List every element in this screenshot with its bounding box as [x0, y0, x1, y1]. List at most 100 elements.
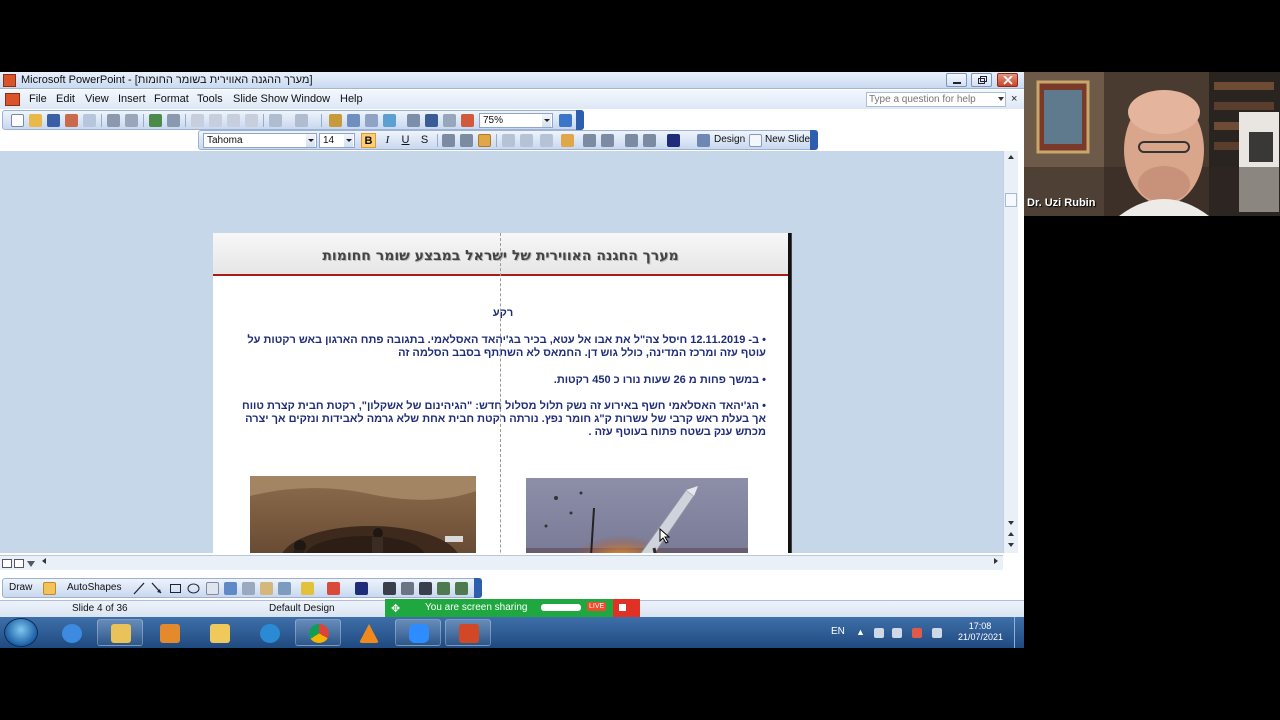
text-box-icon[interactable] [206, 582, 219, 595]
font-name-select[interactable]: Tahoma [203, 133, 317, 148]
new-slide-button[interactable]: New Slide [765, 134, 810, 145]
taskbar-edge[interactable] [246, 619, 292, 646]
chevron-down-icon[interactable] [306, 134, 315, 147]
horizontal-scrollbar[interactable] [0, 555, 1003, 570]
slide-bullet[interactable]: • ב- 12.11.2019 חיסל צה"ל את אבו אל עטא,… [246, 334, 766, 360]
wordart-icon[interactable] [224, 582, 237, 595]
font-size-select[interactable]: 14 [319, 133, 355, 148]
open-folder-icon[interactable] [29, 114, 42, 127]
chevron-down-icon[interactable] [542, 114, 551, 127]
slide-canvas[interactable]: מערך החגנה האווירית של ישראל במבצע שומר … [213, 233, 791, 553]
drag-handle-icon[interactable]: ✥ [391, 602, 400, 615]
menu-tools[interactable]: Tools [197, 93, 223, 105]
oval-icon[interactable] [187, 582, 200, 595]
rectangle-icon[interactable] [169, 582, 182, 595]
cut-icon[interactable] [191, 114, 204, 127]
close-window-button[interactable] [997, 73, 1018, 87]
decrease-indent-icon[interactable] [625, 134, 638, 147]
slide-bullet[interactable]: • הג'יהאד האסלאמי חשף באירוע זה נשק תלול… [226, 400, 766, 439]
shadow-button[interactable]: S [417, 133, 432, 148]
copy-icon[interactable] [209, 114, 222, 127]
autoshapes-menu-button[interactable]: AutoShapes [67, 582, 122, 593]
taskbar-chrome[interactable] [295, 619, 341, 646]
scroll-right-icon[interactable] [994, 558, 998, 564]
new-document-icon[interactable] [11, 114, 24, 127]
show-hidden-icons-icon[interactable]: ▲ [856, 627, 865, 637]
minimize-button[interactable] [946, 73, 967, 87]
color-grayscale-icon[interactable] [461, 114, 474, 127]
menu-file[interactable]: File [29, 93, 47, 105]
format-painter-icon[interactable] [245, 114, 258, 127]
taskbar-paint[interactable] [196, 619, 242, 646]
show-grid-icon[interactable] [443, 114, 456, 127]
align-left-icon[interactable] [442, 134, 455, 147]
signal-icon[interactable] [932, 628, 942, 638]
research-icon[interactable] [167, 114, 180, 127]
underline-button[interactable]: U [398, 133, 413, 148]
select-objects-icon[interactable] [43, 582, 56, 595]
next-slide-icon[interactable] [1008, 543, 1014, 547]
taskbar-zoom[interactable] [395, 619, 441, 646]
taskbar-media-player[interactable] [146, 619, 192, 646]
align-center-icon[interactable] [460, 134, 473, 147]
line-icon[interactable] [133, 582, 145, 595]
taskbar-internet-explorer[interactable] [48, 619, 94, 646]
design-button[interactable]: Design [714, 134, 745, 145]
font-color-icon[interactable] [667, 134, 680, 147]
show-formatting-icon[interactable] [425, 114, 438, 127]
tables-borders-icon[interactable] [365, 114, 378, 127]
diagram-icon[interactable] [242, 582, 255, 595]
scroll-left-icon[interactable] [42, 558, 46, 564]
vertical-guide[interactable] [500, 233, 501, 553]
increase-indent-icon[interactable] [643, 134, 656, 147]
powerpoint-app-icon[interactable] [3, 74, 16, 87]
slide-workspace[interactable]: מערך החגנה האווירית של ישראל במבצע שומר … [0, 151, 1003, 553]
redo-icon[interactable] [295, 114, 308, 127]
email-icon[interactable] [83, 114, 96, 127]
3d-style-icon[interactable] [455, 582, 468, 595]
slide-subtitle[interactable]: רקע [453, 307, 553, 319]
previous-slide-icon[interactable] [1008, 532, 1014, 536]
network-status-icon[interactable] [912, 628, 922, 638]
arrow-icon[interactable] [151, 582, 163, 595]
print-preview-icon[interactable] [125, 114, 138, 127]
new-slide-icon[interactable] [749, 134, 762, 147]
right-to-left-icon[interactable] [561, 134, 574, 147]
view-buttons-icon[interactable] [2, 558, 38, 569]
close-document-button[interactable]: × [1011, 93, 1017, 105]
increase-font-icon[interactable] [583, 134, 596, 147]
usb-icon[interactable] [874, 628, 884, 638]
print-icon[interactable] [107, 114, 120, 127]
fill-color-icon[interactable] [301, 582, 314, 595]
menu-help[interactable]: Help [340, 93, 363, 105]
paste-icon[interactable] [227, 114, 240, 127]
insert-picture-icon[interactable] [278, 582, 291, 595]
taskbar-explorer[interactable] [97, 619, 143, 646]
spelling-icon[interactable] [149, 114, 162, 127]
scroll-down-icon[interactable] [1008, 521, 1014, 525]
stop-share-button[interactable] [613, 599, 640, 617]
document-icon[interactable] [5, 93, 20, 106]
bold-button[interactable]: B [361, 133, 376, 148]
start-button[interactable] [4, 618, 38, 647]
chevron-down-icon[interactable] [344, 134, 353, 147]
zoom-select[interactable]: 75% [479, 113, 553, 128]
slide-bullet[interactable]: • במשך פחות מ 26 שעות נורו כ 450 רקטות. [246, 374, 766, 387]
menu-slide-show[interactable]: Slide Show [233, 93, 288, 105]
decrease-font-icon[interactable] [601, 134, 614, 147]
expand-all-icon[interactable] [407, 114, 420, 127]
line-color-icon[interactable] [327, 582, 340, 595]
align-right-icon[interactable] [478, 134, 491, 147]
font-color-icon[interactable] [355, 582, 368, 595]
scroll-up-icon[interactable] [1008, 155, 1014, 159]
input-language[interactable]: EN [831, 626, 845, 637]
volume-icon[interactable] [892, 628, 902, 638]
taskbar-vlc[interactable] [345, 619, 391, 646]
system-clock[interactable]: 17:08 21/07/2021 [958, 621, 1003, 643]
help-question-box[interactable] [866, 92, 1006, 107]
menu-format[interactable]: Format [154, 93, 189, 105]
draw-menu-button[interactable]: Draw [9, 582, 32, 593]
save-icon[interactable] [47, 114, 60, 127]
chevron-down-icon[interactable] [998, 97, 1004, 101]
line-style-icon[interactable] [383, 582, 396, 595]
